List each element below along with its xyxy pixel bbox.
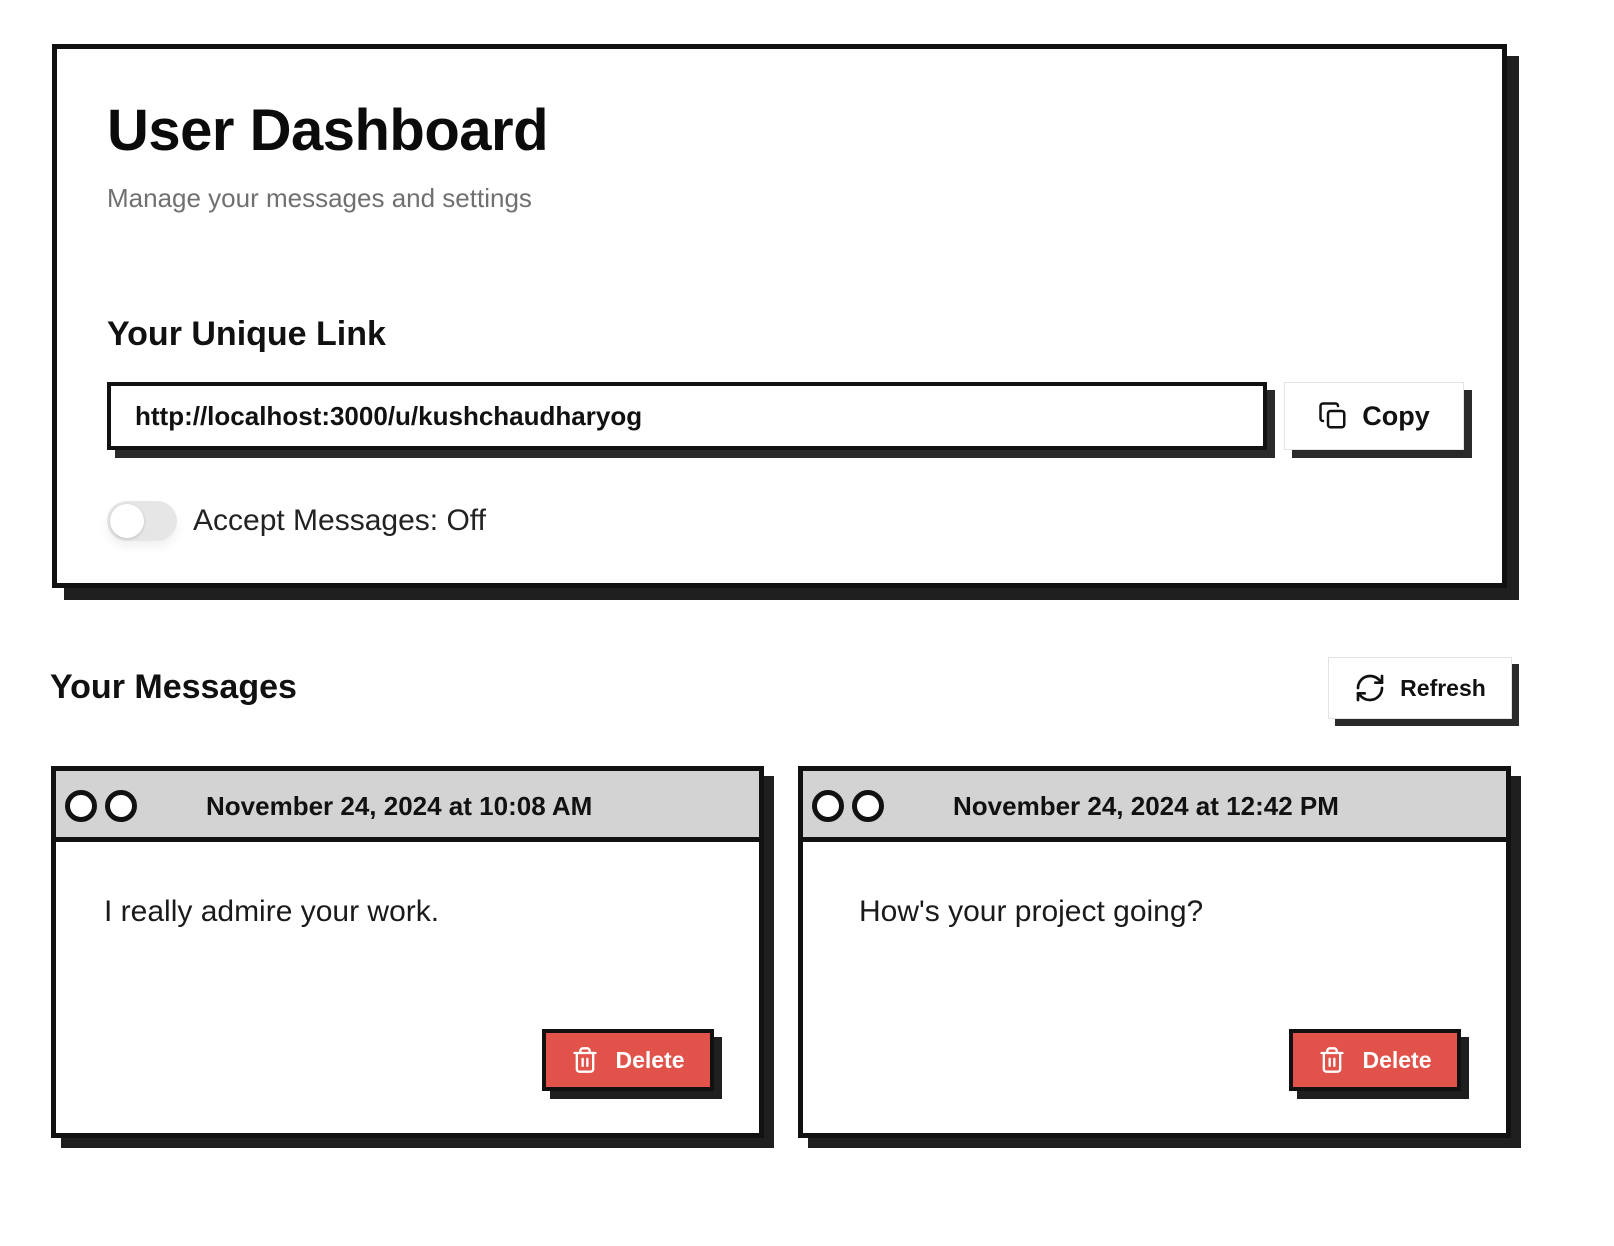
page-subtitle: Manage your messages and settings xyxy=(107,183,532,213)
window-dot-icon xyxy=(852,790,884,822)
copy-button[interactable]: Copy xyxy=(1284,382,1464,450)
unique-link-heading: Your Unique Link xyxy=(107,315,386,353)
toggle-thumb xyxy=(110,504,144,538)
refresh-icon xyxy=(1354,672,1386,704)
refresh-button-label: Refresh xyxy=(1400,674,1486,701)
accept-messages-row: Accept Messages: Off xyxy=(107,501,486,541)
delete-message-button[interactable]: Delete xyxy=(542,1029,714,1091)
window-dot-icon xyxy=(812,790,844,822)
accept-messages-toggle[interactable] xyxy=(107,501,177,541)
message-card-header: November 24, 2024 at 12:42 PM xyxy=(803,771,1506,842)
message-text: I really admire your work. xyxy=(104,895,440,928)
dashboard-card: User Dashboard Manage your messages and … xyxy=(52,44,1507,588)
messages-heading: Your Messages xyxy=(50,668,297,706)
accept-messages-label: Accept Messages: Off xyxy=(193,504,486,537)
delete-message-button[interactable]: Delete xyxy=(1289,1029,1461,1091)
message-date: November 24, 2024 at 10:08 AM xyxy=(206,791,593,821)
trash-icon xyxy=(1318,1045,1346,1075)
window-dot-icon xyxy=(105,790,137,822)
message-card: November 24, 2024 at 12:42 PM How's your… xyxy=(798,766,1511,1138)
page: User Dashboard Manage your messages and … xyxy=(0,0,1614,1246)
unique-link-input[interactable] xyxy=(107,382,1267,450)
page-title: User Dashboard xyxy=(107,98,549,163)
window-dot-icon xyxy=(65,790,97,822)
copy-button-label: Copy xyxy=(1362,400,1430,431)
refresh-button[interactable]: Refresh xyxy=(1328,657,1512,719)
delete-button-label: Delete xyxy=(615,1046,685,1073)
trash-icon xyxy=(571,1045,599,1075)
message-text: How's your project going? xyxy=(859,895,1204,928)
copy-icon xyxy=(1318,401,1348,431)
message-card: November 24, 2024 at 10:08 AM I really a… xyxy=(51,766,764,1138)
message-card-header: November 24, 2024 at 10:08 AM xyxy=(56,771,759,842)
delete-button-label: Delete xyxy=(1362,1046,1432,1073)
message-date: November 24, 2024 at 12:42 PM xyxy=(953,791,1339,821)
